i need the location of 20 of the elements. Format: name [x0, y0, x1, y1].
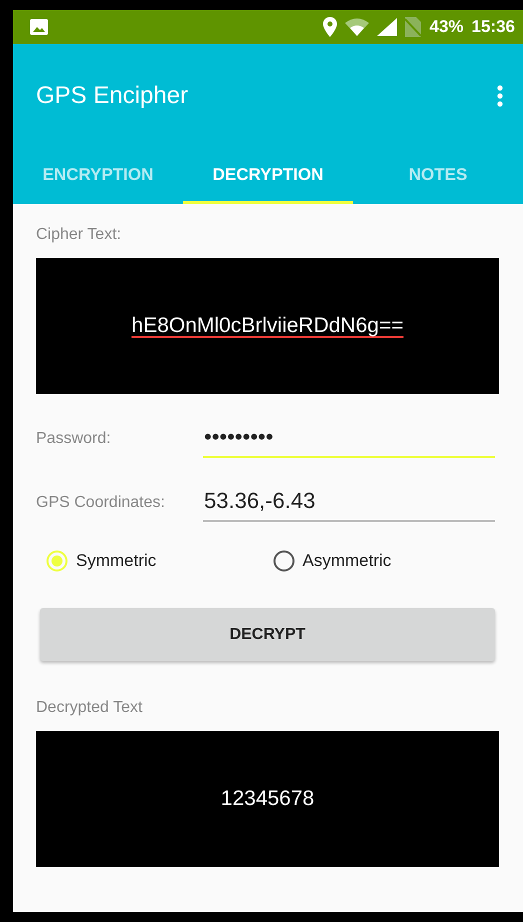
app-title: GPS Encipher: [36, 82, 190, 110]
cipher-text-box[interactable]: hE8OnMl0cBrlviieRDdN6g==: [36, 258, 499, 394]
signal-icon: [377, 18, 398, 36]
more-menu-icon[interactable]: [497, 85, 503, 107]
clock-time: 15:36: [472, 17, 515, 37]
field-label: Cipher Text:: [36, 226, 122, 244]
coordinates-field[interactable]: 53.36,-6.43: [203, 488, 495, 522]
field-label: Decrypted Text: [36, 699, 144, 717]
battery-level: 43%: [429, 17, 464, 37]
decrypted-text-box: 12345678: [36, 731, 499, 867]
radio-option[interactable]: Symmetric: [46, 550, 272, 572]
radio-option[interactable]: Asymmetric: [272, 550, 499, 572]
location-icon: [323, 17, 338, 37]
image-icon: [29, 18, 49, 36]
password-field[interactable]: •••••••••: [203, 424, 495, 458]
decrypt-button[interactable]: DECRYPT: [40, 608, 495, 661]
sim-icon: [405, 17, 422, 37]
field-label: GPS Coordinates:: [36, 494, 166, 513]
field-label: Password:: [36, 430, 112, 449]
wifi-icon: [345, 18, 370, 36]
